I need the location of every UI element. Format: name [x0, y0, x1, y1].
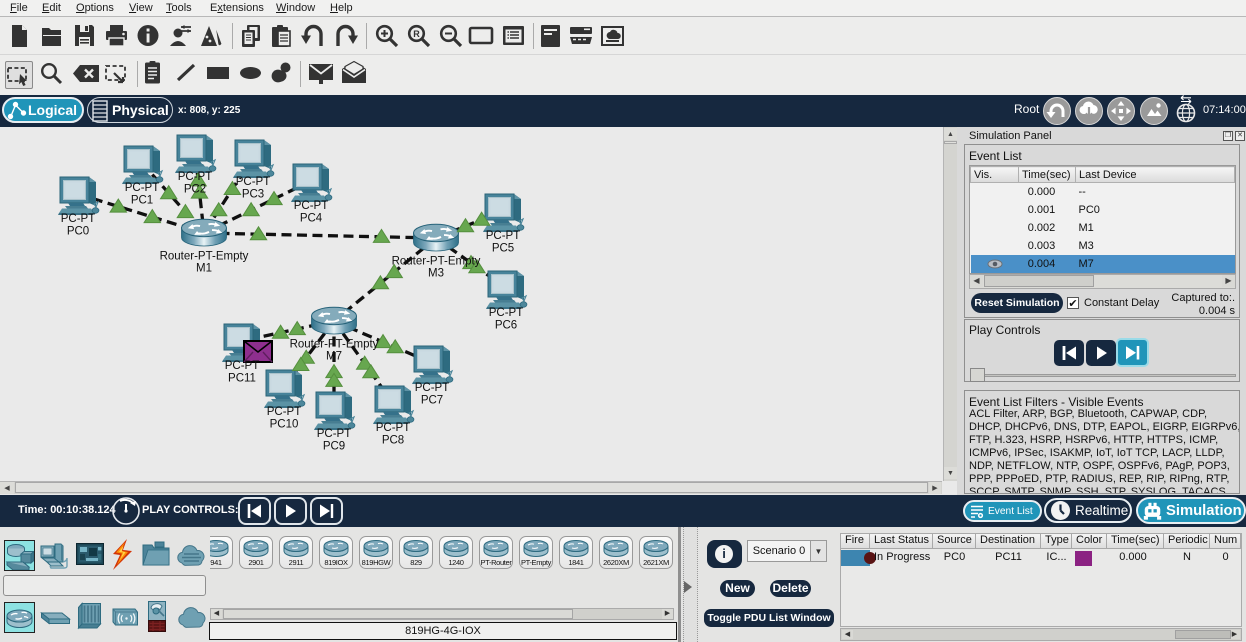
- svg-text:PC5: PC5: [492, 243, 514, 255]
- svg-text:PC-PT: PC-PT: [489, 307, 524, 319]
- svg-text:M7: M7: [326, 351, 342, 363]
- svg-text:PC-PT: PC-PT: [415, 382, 450, 394]
- svg-text:PC11: PC11: [228, 373, 256, 385]
- svg-text:PC9: PC9: [323, 441, 345, 453]
- svg-text:PC0: PC0: [67, 226, 89, 238]
- svg-text:PC-PT: PC-PT: [225, 360, 260, 372]
- svg-text:Router-PT-Empty: Router-PT-Empty: [160, 251, 249, 263]
- svg-text:M3: M3: [428, 268, 444, 280]
- svg-text:PC-PT: PC-PT: [125, 182, 160, 194]
- svg-text:PC8: PC8: [382, 435, 404, 447]
- svg-text:PC4: PC4: [300, 213, 323, 225]
- svg-text:PC7: PC7: [421, 395, 443, 407]
- svg-text:PC-PT: PC-PT: [294, 200, 329, 212]
- svg-text:PC-PT: PC-PT: [61, 213, 96, 225]
- svg-text:R: R: [413, 29, 420, 39]
- svg-text:M1: M1: [196, 263, 212, 275]
- svg-text:PC-PT: PC-PT: [376, 422, 411, 434]
- svg-text:Router-PT-Empty: Router-PT-Empty: [392, 256, 481, 268]
- svg-text:PC-PT: PC-PT: [236, 176, 271, 188]
- svg-text:PC2: PC2: [184, 184, 206, 196]
- svg-text:PC1: PC1: [131, 195, 153, 207]
- svg-text:PC3: PC3: [242, 189, 264, 201]
- svg-text:PC10: PC10: [270, 419, 299, 431]
- svg-text:Router-PT-Empty: Router-PT-Empty: [290, 339, 379, 351]
- svg-text:PC6: PC6: [495, 320, 517, 332]
- svg-text:PC-PT: PC-PT: [178, 171, 213, 183]
- svg-text:PC-PT: PC-PT: [267, 406, 302, 418]
- svg-text:PC-PT: PC-PT: [317, 428, 352, 440]
- svg-text:PC-PT: PC-PT: [486, 230, 521, 242]
